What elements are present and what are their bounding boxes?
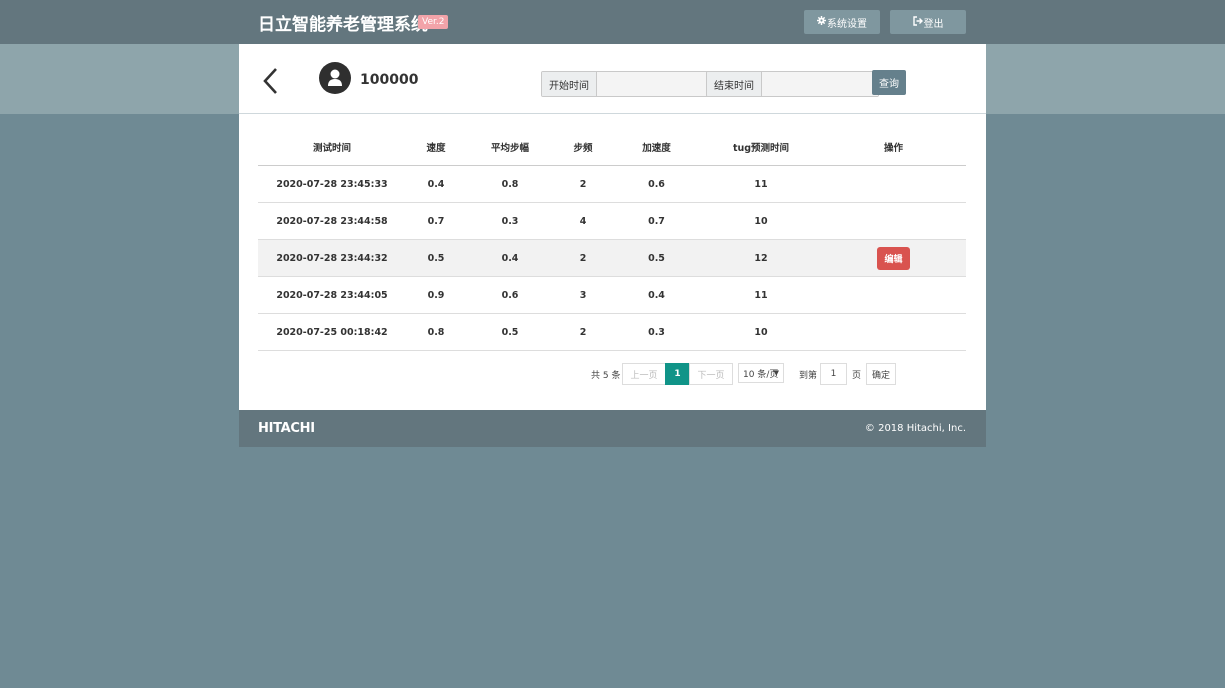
caret-down-icon: ▼ xyxy=(773,369,779,377)
footer: HITACHI © 2018 Hitachi, Inc. xyxy=(239,410,986,447)
table-row[interactable]: 2020-07-25 00:18:42 0.8 0.5 2 0.3 10 xyxy=(258,313,966,351)
cell-time: 2020-07-28 23:44:05 xyxy=(258,276,406,314)
cell-speed: 0.5 xyxy=(406,239,466,277)
cell-cadence: 2 xyxy=(554,165,612,203)
cell-tug: 11 xyxy=(701,165,821,203)
table-row[interactable]: 2020-07-28 23:44:05 0.9 0.6 3 0.4 11 xyxy=(258,276,966,314)
system-settings-label: 系统设置 xyxy=(827,18,867,30)
cell-time: 2020-07-28 23:44:58 xyxy=(258,202,406,240)
table-row[interactable]: 2020-07-28 23:45:33 0.4 0.8 2 0.6 11 xyxy=(258,165,966,203)
cell-time: 2020-07-28 23:44:32 xyxy=(258,239,406,277)
version-badge: Ver.2 xyxy=(418,15,449,29)
sign-out-icon xyxy=(912,15,923,29)
table-row[interactable]: 2020-07-28 23:44:32 0.5 0.4 2 0.5 12 编辑 xyxy=(258,239,966,277)
hitachi-logo: HITACHI xyxy=(258,421,315,436)
logout-label: 登出 xyxy=(923,18,944,30)
main-panel: 100000 开始时间 结束时间 查询 测试时间 速度 平均步幅 步频 加速度 … xyxy=(239,44,986,410)
cell-cadence: 2 xyxy=(554,239,612,277)
col-header-stride[interactable]: 平均步幅 xyxy=(466,128,554,166)
cell-accel: 0.7 xyxy=(612,202,701,240)
col-header-tug[interactable]: tug预测时间 xyxy=(701,128,821,166)
system-settings-button[interactable]: 系统设置 xyxy=(804,10,880,34)
col-header-speed[interactable]: 速度 xyxy=(406,128,466,166)
end-time-input[interactable] xyxy=(762,72,878,96)
cell-stride: 0.5 xyxy=(466,313,554,351)
edit-button[interactable]: 编辑 xyxy=(877,246,910,270)
cell-speed: 0.7 xyxy=(406,202,466,240)
chevron-left-icon xyxy=(263,68,277,94)
user-id: 100000 xyxy=(360,72,419,88)
col-header-cadence[interactable]: 步频 xyxy=(554,128,612,166)
cell-cadence: 2 xyxy=(554,313,612,351)
copyright: © 2018 Hitachi, Inc. xyxy=(864,423,966,434)
table-row[interactable]: 2020-07-28 23:44:58 0.7 0.3 4 0.7 10 xyxy=(258,202,966,240)
cell-stride: 0.3 xyxy=(466,202,554,240)
cell-accel: 0.4 xyxy=(612,276,701,314)
start-time-group: 开始时间 xyxy=(541,71,714,97)
prev-page-button[interactable]: 上一页 xyxy=(622,363,666,385)
cell-tug: 11 xyxy=(701,276,821,314)
cell-stride: 0.4 xyxy=(466,239,554,277)
cell-cadence: 4 xyxy=(554,202,612,240)
cell-time: 2020-07-28 23:45:33 xyxy=(258,165,406,203)
query-button[interactable]: 查询 xyxy=(872,70,906,95)
cell-stride: 0.6 xyxy=(466,276,554,314)
table-header-row: 测试时间 速度 平均步幅 步频 加速度 tug预测时间 操作 xyxy=(258,128,966,166)
start-time-input[interactable] xyxy=(597,72,713,96)
cell-action: 编辑 xyxy=(821,239,966,277)
records-table: 测试时间 速度 平均步幅 步频 加速度 tug预测时间 操作 2020-07-2… xyxy=(258,128,966,351)
goto-page-input[interactable]: 1 xyxy=(820,363,847,385)
col-header-acceleration[interactable]: 加速度 xyxy=(612,128,701,166)
cell-accel: 0.5 xyxy=(612,239,701,277)
cell-speed: 0.9 xyxy=(406,276,466,314)
cell-action xyxy=(821,276,966,314)
cell-tug: 10 xyxy=(701,313,821,351)
app-title: 日立智能养老管理系统 xyxy=(258,15,428,35)
cell-action xyxy=(821,165,966,203)
user-header: 100000 开始时间 结束时间 查询 xyxy=(239,44,986,114)
end-time-label: 结束时间 xyxy=(707,72,762,96)
cell-speed: 0.8 xyxy=(406,313,466,351)
cell-tug: 10 xyxy=(701,202,821,240)
goto-suffix: 页 xyxy=(852,371,862,381)
cell-time: 2020-07-25 00:18:42 xyxy=(258,313,406,351)
total-count: 共 5 条 xyxy=(591,371,621,381)
cell-action xyxy=(821,202,966,240)
col-header-actions: 操作 xyxy=(821,128,966,166)
page-size-select[interactable]: 10 条/页 ▼ xyxy=(738,363,784,383)
next-page-button[interactable]: 下一页 xyxy=(689,363,733,385)
end-time-group: 结束时间 xyxy=(706,71,879,97)
pagination: 共 5 条 上一页 1 下一页 10 条/页 ▼ 到第 1 页 确定 xyxy=(239,363,986,385)
cell-action xyxy=(821,313,966,351)
cell-accel: 0.3 xyxy=(612,313,701,351)
cell-stride: 0.8 xyxy=(466,165,554,203)
gear-icon xyxy=(817,16,826,28)
goto-prefix: 到第 xyxy=(799,371,818,381)
cell-speed: 0.4 xyxy=(406,165,466,203)
avatar xyxy=(319,62,351,94)
logout-button[interactable]: 登出 xyxy=(890,10,966,34)
cell-accel: 0.6 xyxy=(612,165,701,203)
start-time-label: 开始时间 xyxy=(542,72,597,96)
page-1-button[interactable]: 1 xyxy=(665,363,690,385)
cell-cadence: 3 xyxy=(554,276,612,314)
confirm-page-button[interactable]: 确定 xyxy=(866,363,896,385)
top-bar: 日立智能养老管理系统 Ver.2 系统设置 登出 xyxy=(0,0,1225,44)
col-header-test-time[interactable]: 测试时间 xyxy=(258,128,406,166)
cell-tug: 12 xyxy=(701,239,821,277)
back-button[interactable] xyxy=(259,66,283,96)
user-icon xyxy=(328,69,342,86)
